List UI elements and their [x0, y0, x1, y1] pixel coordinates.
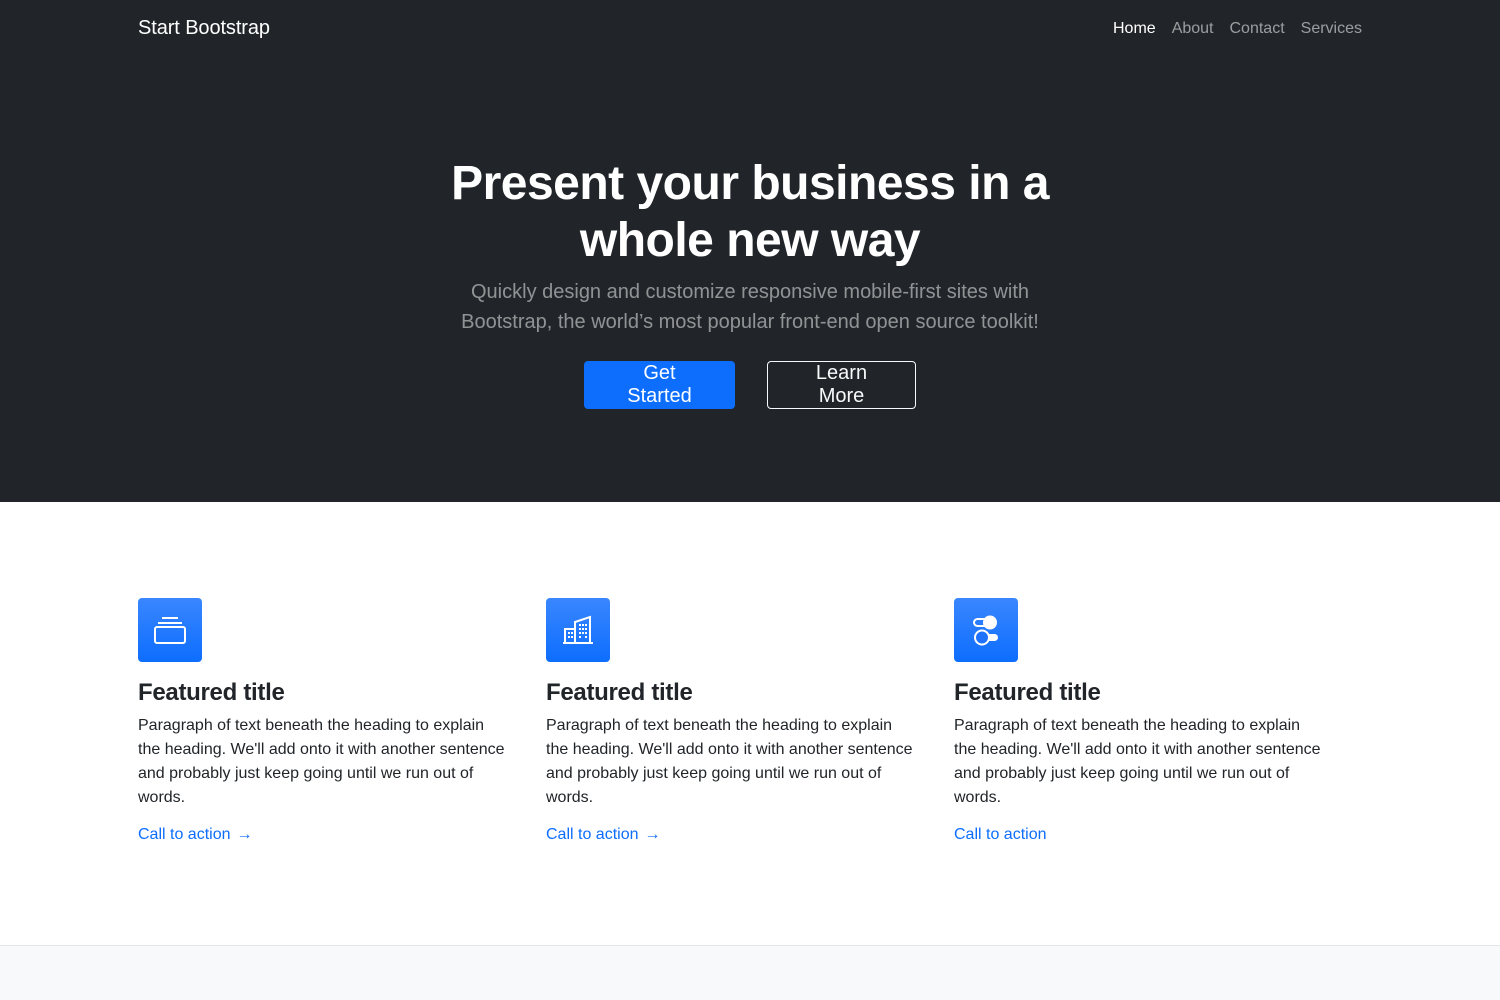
call-to-action-link[interactable]: Call to action [954, 826, 1047, 844]
hero-title: Present your business in a whole new way [451, 157, 1049, 267]
feature-card: Featured title Paragraph of text beneath… [954, 598, 1362, 844]
feature-card: Featured title Paragraph of text beneath… [546, 598, 954, 844]
brand-link[interactable]: Start Bootstrap [138, 17, 270, 40]
learn-more-button[interactable]: Learn More [767, 361, 916, 409]
hero-content: Present your business in a whole new way… [0, 57, 1500, 409]
feature-text: Paragraph of text beneath the heading to… [138, 717, 505, 806]
feature-card: Featured title Paragraph of text beneath… [138, 598, 546, 844]
collection-icon [138, 598, 202, 662]
call-to-action-label: Call to action [954, 826, 1047, 843]
feature-title: Featured title [546, 679, 693, 706]
call-to-action-label: Call to action [546, 826, 639, 843]
nav-link-contact[interactable]: Contact [1230, 20, 1285, 37]
arrow-right-icon: → [236, 826, 253, 843]
feature-text: Paragraph of text beneath the heading to… [954, 717, 1321, 806]
arrow-right-icon: → [644, 826, 661, 843]
get-started-button[interactable]: Get Started [584, 361, 735, 409]
hero-section: Start Bootstrap Home About Contact Servi… [0, 0, 1500, 502]
call-to-action-link[interactable]: Call to action → [546, 826, 661, 844]
feature-title: Featured title [954, 679, 1101, 706]
navbar: Start Bootstrap Home About Contact Servi… [0, 0, 1500, 57]
nav-link-services[interactable]: Services [1301, 20, 1362, 37]
nav-link-about[interactable]: About [1172, 20, 1214, 37]
features-section: Featured title Paragraph of text beneath… [0, 502, 1500, 844]
feature-text: Paragraph of text beneath the heading to… [546, 717, 913, 806]
hero-subtitle: Quickly design and customize responsive … [461, 281, 1039, 333]
call-to-action-link[interactable]: Call to action → [138, 826, 253, 844]
nav-links: Home About Contact Services [1113, 20, 1362, 38]
call-to-action-label: Call to action [138, 826, 231, 843]
toggles-icon [954, 598, 1018, 662]
building-icon [546, 598, 610, 662]
nav-link-home[interactable]: Home [1113, 20, 1156, 37]
feature-title: Featured title [138, 679, 285, 706]
hero-buttons: Get Started Learn More [0, 361, 1500, 409]
footer-section [0, 945, 1500, 1000]
